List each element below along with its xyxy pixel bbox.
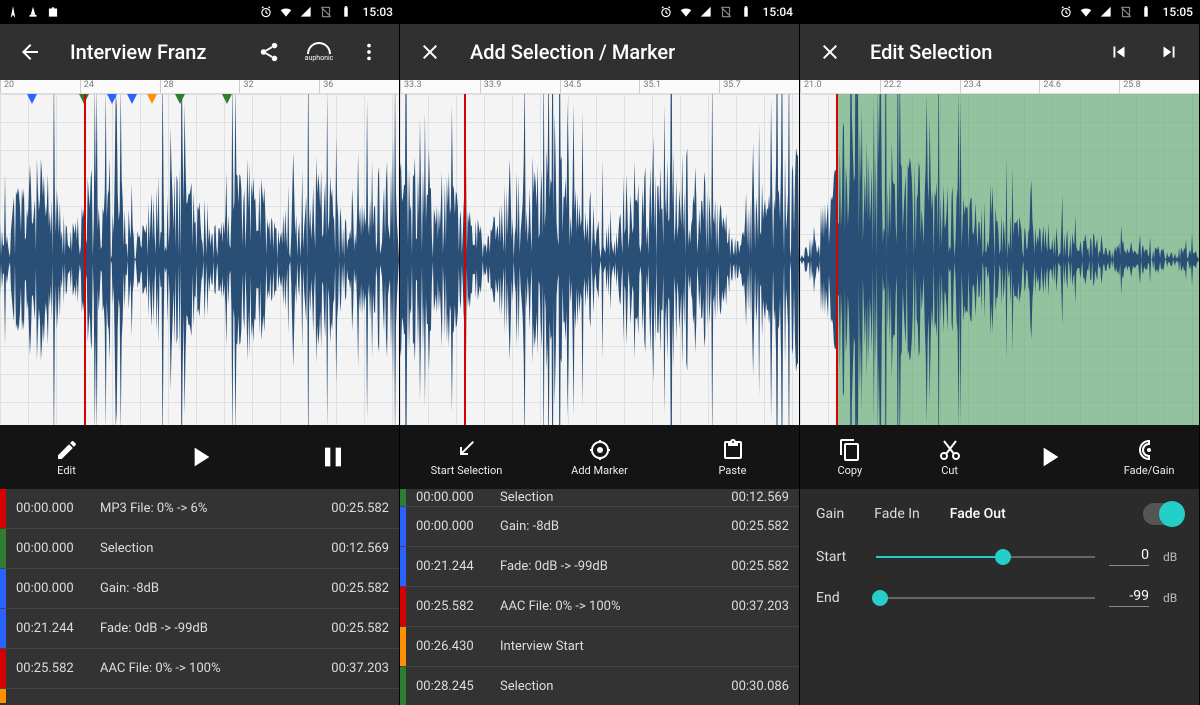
edit-button[interactable]: Edit bbox=[0, 425, 133, 489]
pause-button[interactable] bbox=[266, 425, 399, 489]
waveform bbox=[400, 94, 799, 425]
waveform-area[interactable]: 21.022.223.424.625.8 bbox=[800, 80, 1199, 425]
copy-button[interactable]: Copy bbox=[800, 425, 900, 489]
wifi-icon bbox=[279, 5, 293, 19]
list-item[interactable]: 00:00.000MP3 File: 0% -> 6%00:25.582 bbox=[0, 489, 399, 529]
alarm-icon bbox=[659, 5, 673, 19]
signal-icon bbox=[699, 5, 713, 19]
list-item[interactable]: 00:00.000Gain: -8dB00:25.582 bbox=[400, 507, 799, 547]
playhead[interactable] bbox=[84, 94, 86, 425]
gps-icon bbox=[6, 5, 20, 19]
nosim-icon bbox=[719, 5, 733, 19]
list-item[interactable]: 00:00.000Selection00:12.569 bbox=[0, 529, 399, 569]
event-list[interactable]: 00:00.000MP3 File: 0% -> 6%00:25.58200:0… bbox=[0, 489, 399, 705]
battery-icon bbox=[739, 5, 753, 19]
nosim-icon bbox=[1119, 5, 1133, 19]
fade-enable-switch[interactable] bbox=[1143, 503, 1183, 525]
fade-tabs: Gain Fade In Fade Out bbox=[816, 503, 1183, 525]
status-bar: 15:03 bbox=[0, 0, 399, 24]
battery-icon bbox=[1139, 5, 1153, 19]
waveform-area[interactable]: 33.333.934.535.135.7 bbox=[400, 80, 799, 425]
battery-icon bbox=[339, 5, 353, 19]
play-button[interactable] bbox=[1000, 425, 1100, 489]
signal-icon bbox=[1099, 5, 1113, 19]
time-ruler: 2024283236 bbox=[0, 80, 399, 94]
share-button[interactable] bbox=[249, 32, 289, 72]
page-title: Add Selection / Marker bbox=[470, 40, 789, 64]
tab-gain[interactable]: Gain bbox=[816, 506, 844, 522]
status-time: 15:05 bbox=[1163, 5, 1193, 19]
list-item[interactable] bbox=[0, 689, 399, 703]
wifi-icon bbox=[1079, 5, 1093, 19]
list-item[interactable]: 00:26.430Interview Start bbox=[400, 627, 799, 667]
list-item[interactable]: 00:25.582AAC File: 0% -> 100%00:37.203 bbox=[400, 587, 799, 627]
list-item[interactable]: 00:21.244Fade: 0dB -> -99dB00:25.582 bbox=[400, 547, 799, 587]
end-value[interactable]: -99 bbox=[1109, 588, 1149, 607]
back-button[interactable] bbox=[10, 32, 50, 72]
start-value[interactable]: 0 bbox=[1109, 547, 1149, 566]
briefcase-icon bbox=[46, 5, 60, 19]
signal-icon bbox=[299, 5, 313, 19]
tab-fade-out[interactable]: Fade Out bbox=[950, 506, 1006, 522]
vlc-icon bbox=[26, 5, 40, 19]
wifi-icon bbox=[679, 5, 693, 19]
selection-start-button[interactable] bbox=[1099, 32, 1139, 72]
start-selection-button[interactable]: Start Selection bbox=[400, 425, 533, 489]
status-time: 15:03 bbox=[363, 5, 393, 19]
waveform-area[interactable]: 2024283236 bbox=[0, 80, 399, 425]
playhead[interactable] bbox=[836, 94, 838, 425]
status-bar: 15:05 bbox=[800, 0, 1199, 24]
end-slider[interactable]: End -99 dB bbox=[816, 588, 1183, 607]
overflow-button[interactable] bbox=[349, 32, 389, 72]
phone-edit-selection: 15:05 Edit Selection 21.022.223.424.625.… bbox=[800, 0, 1200, 705]
paste-button[interactable]: Paste bbox=[666, 425, 799, 489]
control-bar: Edit bbox=[0, 425, 399, 489]
list-item[interactable]: 00:28.245Selection00:30.086 bbox=[400, 667, 799, 705]
phone-add-selection: 15:04 Add Selection / Marker 33.333.934.… bbox=[400, 0, 800, 705]
list-item[interactable]: 00:00.000Selection00:12.569 bbox=[400, 489, 799, 507]
event-list[interactable]: 00:00.000Selection00:12.56900:00.000Gain… bbox=[400, 489, 799, 705]
list-item[interactable]: 00:00.000Gain: -8dB00:25.582 bbox=[0, 569, 399, 609]
time-ruler: 21.022.223.424.625.8 bbox=[800, 80, 1199, 94]
phone-main: 15:03 Interview Franz auphonic 202428323… bbox=[0, 0, 400, 705]
start-slider[interactable]: Start 0 dB bbox=[816, 547, 1183, 566]
control-bar: Start Selection Add Marker Paste bbox=[400, 425, 799, 489]
waveform bbox=[800, 94, 1199, 425]
tab-fade-in[interactable]: Fade In bbox=[874, 506, 919, 522]
close-button[interactable] bbox=[410, 32, 450, 72]
app-bar: Edit Selection bbox=[800, 24, 1199, 80]
alarm-icon bbox=[259, 5, 273, 19]
auphonic-button[interactable]: auphonic bbox=[299, 32, 339, 72]
app-bar: Interview Franz auphonic bbox=[0, 24, 399, 80]
list-item[interactable]: 00:25.582AAC File: 0% -> 100%00:37.203 bbox=[0, 649, 399, 689]
status-bar: 15:04 bbox=[400, 0, 799, 24]
cut-button[interactable]: Cut bbox=[900, 425, 1000, 489]
alarm-icon bbox=[1059, 5, 1073, 19]
page-title: Edit Selection bbox=[870, 40, 1089, 64]
play-button[interactable] bbox=[133, 425, 266, 489]
list-item[interactable]: 00:21.244Fade: 0dB -> -99dB00:25.582 bbox=[0, 609, 399, 649]
close-button[interactable] bbox=[810, 32, 850, 72]
page-title: Interview Franz bbox=[70, 40, 239, 64]
status-time: 15:04 bbox=[763, 5, 793, 19]
time-ruler: 33.333.934.535.135.7 bbox=[400, 80, 799, 94]
control-bar: Copy Cut Fade/Gain bbox=[800, 425, 1199, 489]
selection-end-button[interactable] bbox=[1149, 32, 1189, 72]
nosim-icon bbox=[319, 5, 333, 19]
add-marker-button[interactable]: Add Marker bbox=[533, 425, 666, 489]
waveform bbox=[0, 94, 399, 425]
markers bbox=[0, 94, 399, 106]
fade-gain-panel: Gain Fade In Fade Out Start 0 dB End -99… bbox=[800, 489, 1199, 705]
app-bar: Add Selection / Marker bbox=[400, 24, 799, 80]
fadegain-button[interactable]: Fade/Gain bbox=[1099, 425, 1199, 489]
playhead[interactable] bbox=[464, 94, 466, 425]
